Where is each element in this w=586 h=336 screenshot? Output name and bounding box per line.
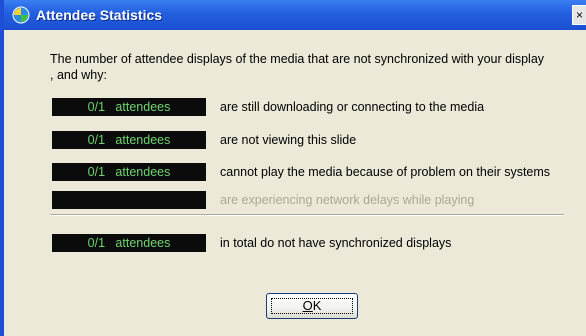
window-title: Attendee Statistics (36, 7, 163, 23)
stat-description-total: in total do not have synchronized displa… (220, 236, 452, 250)
attendee-counter: 0/1 attendees (52, 131, 206, 149)
attendee-statistics-window: Attendee Statistics × The number of atte… (0, 0, 586, 336)
title-bar[interactable]: Attendee Statistics × (4, 0, 586, 30)
attendee-counter-total: 0/1 attendees (52, 234, 206, 252)
stat-description: are experiencing network delays while pl… (220, 193, 475, 207)
stat-description: are still downloading or connecting to t… (220, 100, 485, 114)
dialog-content: The number of attendee displays of the m… (4, 30, 586, 336)
media-globe-icon (12, 6, 30, 24)
stat-description: are not viewing this slide (220, 133, 357, 147)
close-button[interactable]: × (572, 5, 586, 25)
ok-button[interactable]: OK (266, 293, 358, 319)
separator (50, 214, 564, 216)
attendee-counter: 0/1 attendees (52, 163, 206, 181)
stat-description: cannot play the media because of problem… (220, 165, 551, 179)
intro-text: The number of attendee displays of the m… (50, 52, 545, 82)
attendee-counter: 0/1 attendees (52, 98, 206, 116)
ok-button-label: OK (302, 298, 322, 313)
attendee-counter (52, 191, 206, 209)
